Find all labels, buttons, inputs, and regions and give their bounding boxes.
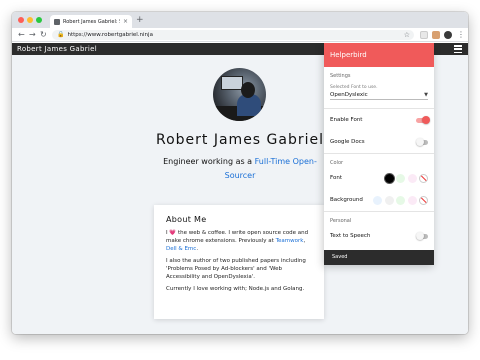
status-bar: Saved <box>324 250 434 265</box>
font-select[interactable]: OpenDyslexic ▼ <box>330 91 428 100</box>
font-color-swatches <box>384 173 428 183</box>
forward-icon[interactable]: → <box>29 29 36 41</box>
helperbird-extension-icon[interactable] <box>432 31 440 39</box>
about-paragraph-2: I also the author of two published paper… <box>166 258 306 280</box>
dropdown-caret-icon: ▼ <box>424 92 428 98</box>
font-color-label: Font <box>330 175 342 181</box>
helperbird-title: Helperbird <box>324 43 434 67</box>
tab-active[interactable]: Robert James Gabriel: Softw... × <box>50 15 132 28</box>
color-heading: Color <box>330 160 344 166</box>
font-color-none-swatch[interactable] <box>419 173 428 183</box>
maximize-window-button[interactable] <box>36 17 42 23</box>
lock-icon: 🔒 <box>57 31 65 38</box>
personal-heading: Personal <box>330 218 352 224</box>
tab-strip: Robert James Gabriel: Softw... × + <box>12 12 468 28</box>
teamwork-link[interactable]: Teamwork <box>276 238 304 244</box>
hamburger-menu-icon[interactable] <box>454 45 462 53</box>
extension-icon[interactable] <box>420 31 428 39</box>
tts-row: Text to Speech <box>324 225 434 247</box>
back-icon[interactable]: ← <box>18 29 25 41</box>
dell-emc-link[interactable]: Dell & Emc <box>166 246 196 252</box>
enable-font-row: Enable Font <box>324 109 434 131</box>
enable-font-toggle[interactable] <box>416 116 430 124</box>
font-color-row: Font <box>324 167 434 189</box>
background-color-swatch[interactable] <box>396 195 405 205</box>
bookmark-star-icon[interactable]: ☆ <box>404 31 410 39</box>
tts-toggle[interactable] <box>416 232 428 240</box>
font-color-swatch[interactable] <box>384 173 394 183</box>
address-bar[interactable]: 🔒 https://www.robertgabriel.ninja ☆ <box>52 30 414 40</box>
browser-toolbar: ← → ↻ 🔒 https://www.robertgabriel.ninja … <box>12 28 468 42</box>
helperbird-panel: Helperbird Settings Selected Font to use… <box>324 43 434 265</box>
font-color-swatch[interactable] <box>396 173 405 183</box>
profile-avatar-icon[interactable] <box>444 31 452 39</box>
google-docs-toggle[interactable] <box>416 138 428 146</box>
enable-font-label: Enable Font <box>330 117 363 123</box>
google-docs-row: Google Docs <box>324 131 434 153</box>
site-brand[interactable]: Robert James Gabriel <box>17 44 97 54</box>
google-docs-label: Google Docs <box>330 139 365 145</box>
profile-tagline: Engineer working as a Full-Time Open-Sou… <box>163 157 317 180</box>
background-color-swatch[interactable] <box>407 195 417 205</box>
about-paragraph-1: I 💗 the web & coffee. I write open sourc… <box>166 230 309 252</box>
close-window-button[interactable] <box>18 17 24 23</box>
font-color-swatch[interactable] <box>407 173 417 183</box>
url-text[interactable]: https://www.robertgabriel.ninja <box>67 32 152 38</box>
background-color-label: Background <box>330 197 363 203</box>
settings-heading: Settings <box>330 73 351 79</box>
browser-menu-icon[interactable]: ⋮ <box>457 29 465 41</box>
about-title: About Me <box>166 215 207 224</box>
new-tab-icon[interactable]: + <box>136 15 144 25</box>
background-color-swatch[interactable] <box>384 195 394 205</box>
tab-title: Robert James Gabriel: Softw... <box>63 18 120 25</box>
profile-photo <box>213 68 266 121</box>
minimize-window-button[interactable] <box>27 17 33 23</box>
tab-close-icon[interactable]: × <box>123 18 128 25</box>
background-color-swatches <box>373 195 428 205</box>
about-paragraph-3: Currently I love working with; Node.js a… <box>166 286 305 292</box>
background-color-none-swatch[interactable] <box>419 195 428 205</box>
reload-icon[interactable]: ↻ <box>40 29 47 41</box>
tts-label: Text to Speech <box>330 233 371 239</box>
browser-window: Robert James Gabriel: Softw... × + ← → ↻… <box>12 12 468 334</box>
page-content: Robert James Gabriel Robert James Gabrie… <box>12 43 468 334</box>
favicon-icon <box>54 18 60 25</box>
background-color-row: Background <box>324 189 434 211</box>
background-color-swatch[interactable] <box>373 195 382 205</box>
about-card: About Me I 💗 the web & coffee. I write o… <box>154 205 324 319</box>
